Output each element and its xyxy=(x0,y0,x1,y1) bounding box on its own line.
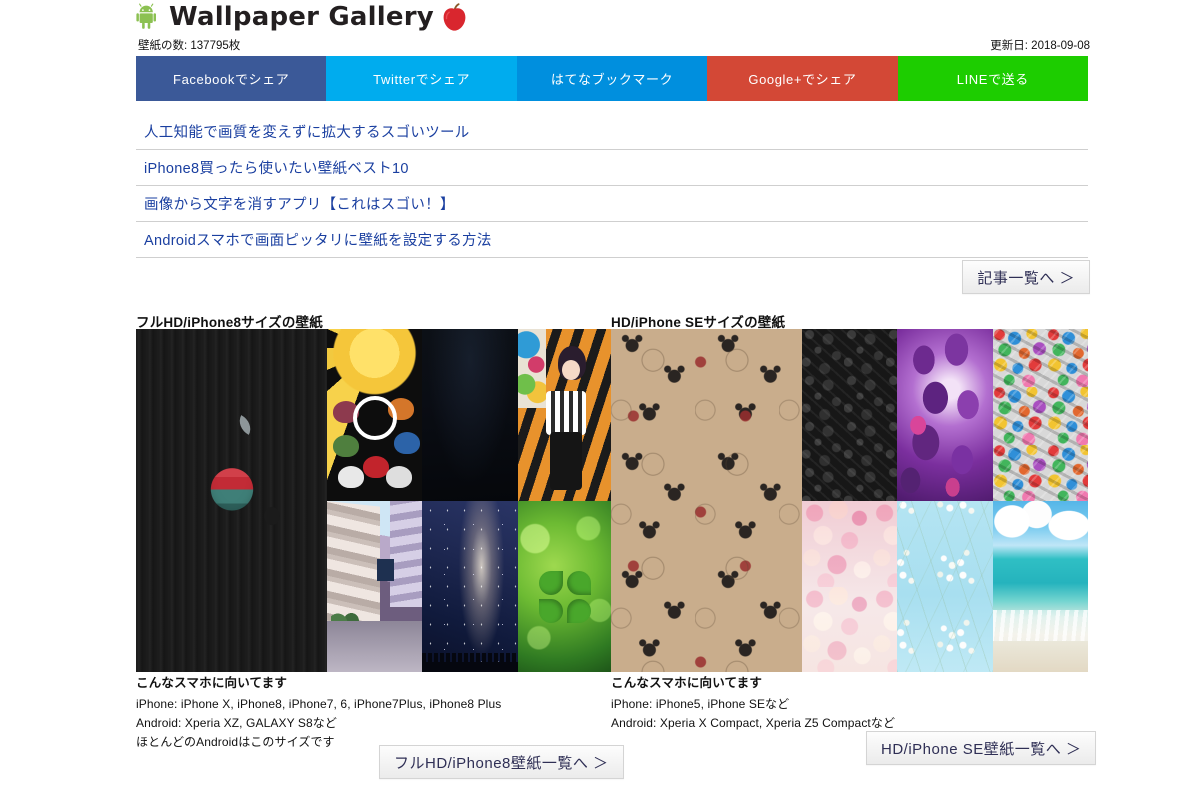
wallpaper-thumb[interactable] xyxy=(422,500,518,672)
gallery-heading-hdse: HD/iPhone SEサイズの壁紙 xyxy=(611,315,786,330)
wallpaper-thumb-grid xyxy=(802,329,1088,672)
green-clover-wallpaper xyxy=(517,500,613,672)
wallpaper-thumb[interactable] xyxy=(802,329,898,501)
caption-hdse: こんなスマホに向いてます iPhone: iPhone5, iPhone SEな… xyxy=(611,672,1081,733)
caption-title: こんなスマホに向いてます xyxy=(611,676,763,690)
gallery-fullhd xyxy=(136,329,613,672)
article-row: 人工知能で画質を変えずに拡大するスゴいツール xyxy=(136,114,1088,150)
fullhd-more-button[interactable]: フルHD/iPhone8壁紙一覧へ ＞ xyxy=(379,745,624,779)
caption-lines: iPhone: iPhone5, iPhone SEなど Android: Xpe… xyxy=(611,695,1081,733)
wallpaper-hero-thumb[interactable] xyxy=(136,329,327,672)
article-link[interactable]: 人工知能で画質を変えずに拡大するスゴいツール xyxy=(144,121,470,142)
page-root: Wallpaper Gallery 壁紙の数: 137795枚 更新日: 201… xyxy=(0,0,1186,791)
share-line-button[interactable]: LINEで送る xyxy=(897,56,1089,101)
caption-fullhd: こんなスマホに向いてます iPhone: iPhone X, iPhone8, … xyxy=(136,672,606,752)
article-link[interactable]: Androidスマホで画面ピッタリに壁紙を設定する方法 xyxy=(144,229,492,250)
caption-lines: iPhone: iPhone X, iPhone8, iPhone7, 6, i… xyxy=(136,695,606,752)
share-twitter-button[interactable]: Twitterでシェア xyxy=(326,56,517,101)
article-row: Androidスマホで画面ピッタリに壁紙を設定する方法 xyxy=(136,222,1088,258)
wallpaper-thumb[interactable] xyxy=(327,329,423,501)
dark-doodle-pattern-wallpaper xyxy=(802,329,898,501)
share-hatena-button[interactable]: はてなブックマーク xyxy=(516,56,708,101)
caption-line: Android: Xperia XZ, GALAXY S8など xyxy=(136,716,337,730)
hdse-more-wrap: HD/iPhone SE壁紙一覧へ ＞ xyxy=(866,731,1097,765)
wallpaper-thumb[interactable] xyxy=(992,500,1088,672)
wallpaper-count: 壁紙の数: 137795枚 xyxy=(138,40,241,52)
share-googleplus-button[interactable]: Google+でシェア xyxy=(707,56,898,101)
gallery-heading-fullhd: フルHD/iPhone8サイズの壁紙 xyxy=(136,315,323,330)
milky-way-galaxy-wallpaper xyxy=(422,500,518,672)
caption-title: こんなスマホに向いてます xyxy=(136,676,288,690)
site-logo-row[interactable]: Wallpaper Gallery xyxy=(136,2,469,32)
wallpaper-thumb[interactable] xyxy=(897,329,993,501)
site-title: Wallpaper Gallery xyxy=(169,2,434,32)
anime-girl-tiger-wallpaper xyxy=(517,329,613,501)
apple-leaf xyxy=(234,415,256,436)
wallpaper-thumb[interactable] xyxy=(992,329,1088,501)
city-street-wallpaper xyxy=(327,500,423,672)
mickey-mouse-pattern-wallpaper xyxy=(611,329,802,672)
wallpaper-thumb[interactable] xyxy=(897,500,993,672)
caption-line: iPhone: iPhone X, iPhone8, iPhone7, 6, i… xyxy=(136,697,502,711)
apple-bite xyxy=(263,507,280,526)
wallpaper-thumb[interactable] xyxy=(802,500,898,672)
articles-more-wrap: 記事一覧へ ＞ xyxy=(962,260,1090,294)
article-link[interactable]: 画像から文字を消すアプリ【これはスゴい！】 xyxy=(144,193,455,214)
wallpaper-thumb[interactable] xyxy=(327,500,423,672)
wallpaper-thumb[interactable] xyxy=(517,329,613,501)
pink-floral-wall-wallpaper xyxy=(802,500,898,672)
article-list: 人工知能で画質を変えずに拡大するスゴいツール iPhone8買ったら使いたい壁紙ベ… xyxy=(136,114,1088,258)
android-robot-icon xyxy=(136,3,163,31)
dark-navy-gradient-wallpaper xyxy=(422,329,518,501)
baby-blue-gypsophila-wallpaper xyxy=(897,500,993,672)
article-row: iPhone8買ったら使いたい壁紙ベスト10 xyxy=(136,150,1088,186)
social-share-bar: Facebookでシェア Twitterでシェア はてなブックマーク Google+で… xyxy=(136,56,1089,101)
wallpaper-thumb-grid xyxy=(327,329,613,672)
wallpaper-thumb[interactable] xyxy=(517,500,613,672)
wallpaper-hero-thumb[interactable] xyxy=(611,329,802,672)
article-row: 画像から文字を消すアプリ【これはスゴい！】 xyxy=(136,186,1088,222)
update-date: 更新日: 2018-09-08 xyxy=(990,40,1090,52)
fullhd-more-wrap: フルHD/iPhone8壁紙一覧へ ＞ xyxy=(379,745,624,779)
naruto-sunburst-wallpaper xyxy=(327,329,423,501)
caption-line: iPhone: iPhone5, iPhone SEなど xyxy=(611,697,790,711)
article-link[interactable]: iPhone8買ったら使いたい壁紙ベスト10 xyxy=(144,157,409,178)
gallery-hdse xyxy=(611,329,1088,672)
hdse-more-button[interactable]: HD/iPhone SE壁紙一覧へ ＞ xyxy=(866,731,1097,765)
articles-more-button[interactable]: 記事一覧へ ＞ xyxy=(962,260,1090,294)
share-facebook-button[interactable]: Facebookでシェア xyxy=(136,56,327,101)
purple-leaves-wallpaper xyxy=(897,329,993,501)
apple-fruit-icon xyxy=(440,2,469,32)
tropical-beach-wallpaper xyxy=(992,500,1088,672)
site-header: Wallpaper Gallery 壁紙の数: 137795枚 更新日: 201… xyxy=(0,0,1186,52)
sticker-bomb-wallpaper xyxy=(992,329,1088,501)
apple-logo-on-leather-wallpaper xyxy=(136,329,327,672)
wallpaper-thumb[interactable] xyxy=(422,329,518,501)
